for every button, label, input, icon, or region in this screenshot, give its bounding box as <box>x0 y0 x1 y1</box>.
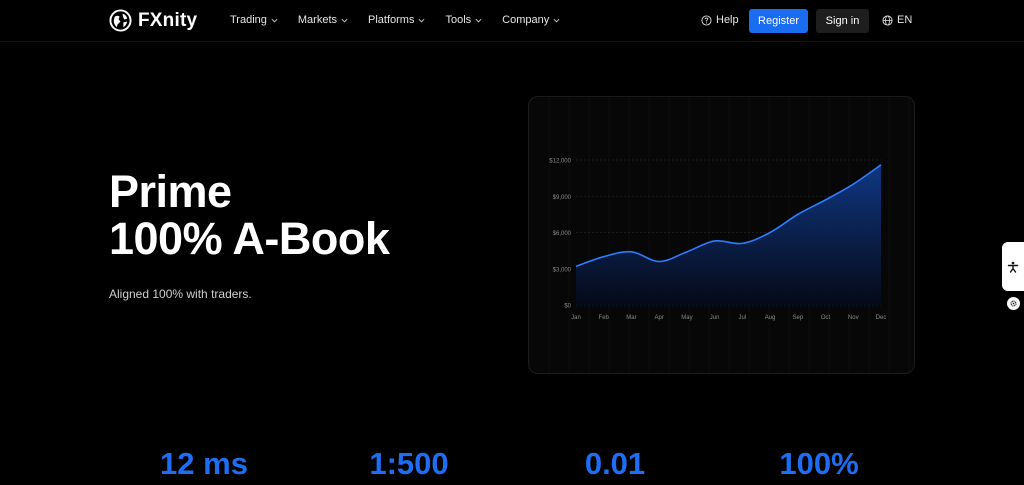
x-tick-label: Aug <box>765 315 776 321</box>
x-tick-label: Sep <box>792 315 803 321</box>
nav-item-markets[interactable]: Markets <box>298 14 348 26</box>
globe-icon <box>882 14 893 26</box>
brand-logo[interactable]: FXnity <box>109 9 197 32</box>
help-link[interactable]: Help <box>701 14 739 26</box>
stat-latency: 12 ms <box>160 446 248 481</box>
accessibility-widget[interactable] <box>1002 242 1024 291</box>
stat-leverage: 1:500 <box>369 446 449 481</box>
hero-subtitle: Aligned 100% with traders. <box>109 287 252 301</box>
main-menu: Trading Markets Platforms Tools Company <box>230 14 560 26</box>
stat-abook: 100% <box>779 446 859 481</box>
y-tick-label: $3,000 <box>553 267 572 273</box>
x-tick-label: Jan <box>571 315 581 321</box>
chevron-down-icon <box>553 18 560 22</box>
nav-item-trading[interactable]: Trading <box>230 14 278 26</box>
hero-title: Prime 100% A-Book <box>109 166 390 264</box>
chevron-down-icon <box>271 18 278 22</box>
hero-title-line1: Prime <box>109 166 232 217</box>
y-tick-label: $9,000 <box>553 195 572 201</box>
top-nav: FXnity Trading Markets Platforms Tools C… <box>0 0 1024 42</box>
globe-icon <box>109 9 132 32</box>
chevron-down-icon <box>475 18 482 22</box>
language-selector[interactable]: EN <box>882 14 912 26</box>
x-tick-label: Feb <box>599 315 610 321</box>
hero-title-line2: 100% A-Book <box>109 213 390 264</box>
accessibility-icon <box>1007 261 1019 273</box>
register-button[interactable]: Register <box>749 9 808 33</box>
x-tick-label: Nov <box>848 315 859 321</box>
x-tick-label: Jun <box>710 315 720 321</box>
chevron-down-icon <box>341 18 348 22</box>
x-tick-label: Mar <box>626 315 636 321</box>
nav-item-label: Markets <box>297 14 338 26</box>
x-tick-label: Apr <box>655 315 664 321</box>
signin-button[interactable]: Sign in <box>816 9 869 33</box>
help-label: Help <box>716 14 739 26</box>
x-tick-label: Oct <box>821 315 831 321</box>
chevron-down-icon <box>419 18 425 22</box>
y-tick-label: $0 <box>564 304 571 310</box>
nav-item-label: Trading <box>230 14 267 26</box>
help-circle-icon <box>701 14 712 26</box>
settings-button[interactable] <box>1007 297 1020 310</box>
nav-item-platforms[interactable]: Platforms <box>368 14 425 26</box>
y-tick-label: $6,000 <box>553 231 572 237</box>
growth-chart: $0 $3,000 $6,000 $9,000 $12,000 Jan Feb Mar Apr M… <box>529 97 910 373</box>
brand-name: FXnity <box>138 9 198 31</box>
language-label: EN <box>897 14 913 26</box>
nav-item-label: Tools <box>445 14 472 26</box>
nav-item-company[interactable]: Company <box>502 14 560 26</box>
gear-icon <box>1010 300 1017 307</box>
x-tick-label: Jul <box>739 315 747 321</box>
nav-item-label: Platforms <box>368 14 415 26</box>
nav-item-tools[interactable]: Tools <box>445 14 482 26</box>
nav-item-label: Company <box>502 14 550 26</box>
x-tick-label: May <box>681 315 692 321</box>
chart-card: $0 $3,000 $6,000 $9,000 $12,000 Jan Feb Mar Apr M… <box>528 96 915 374</box>
stat-min-lot: 0.01 <box>584 446 646 481</box>
x-tick-label: Dec <box>876 315 887 321</box>
y-tick-label: $12,000 <box>549 159 571 165</box>
